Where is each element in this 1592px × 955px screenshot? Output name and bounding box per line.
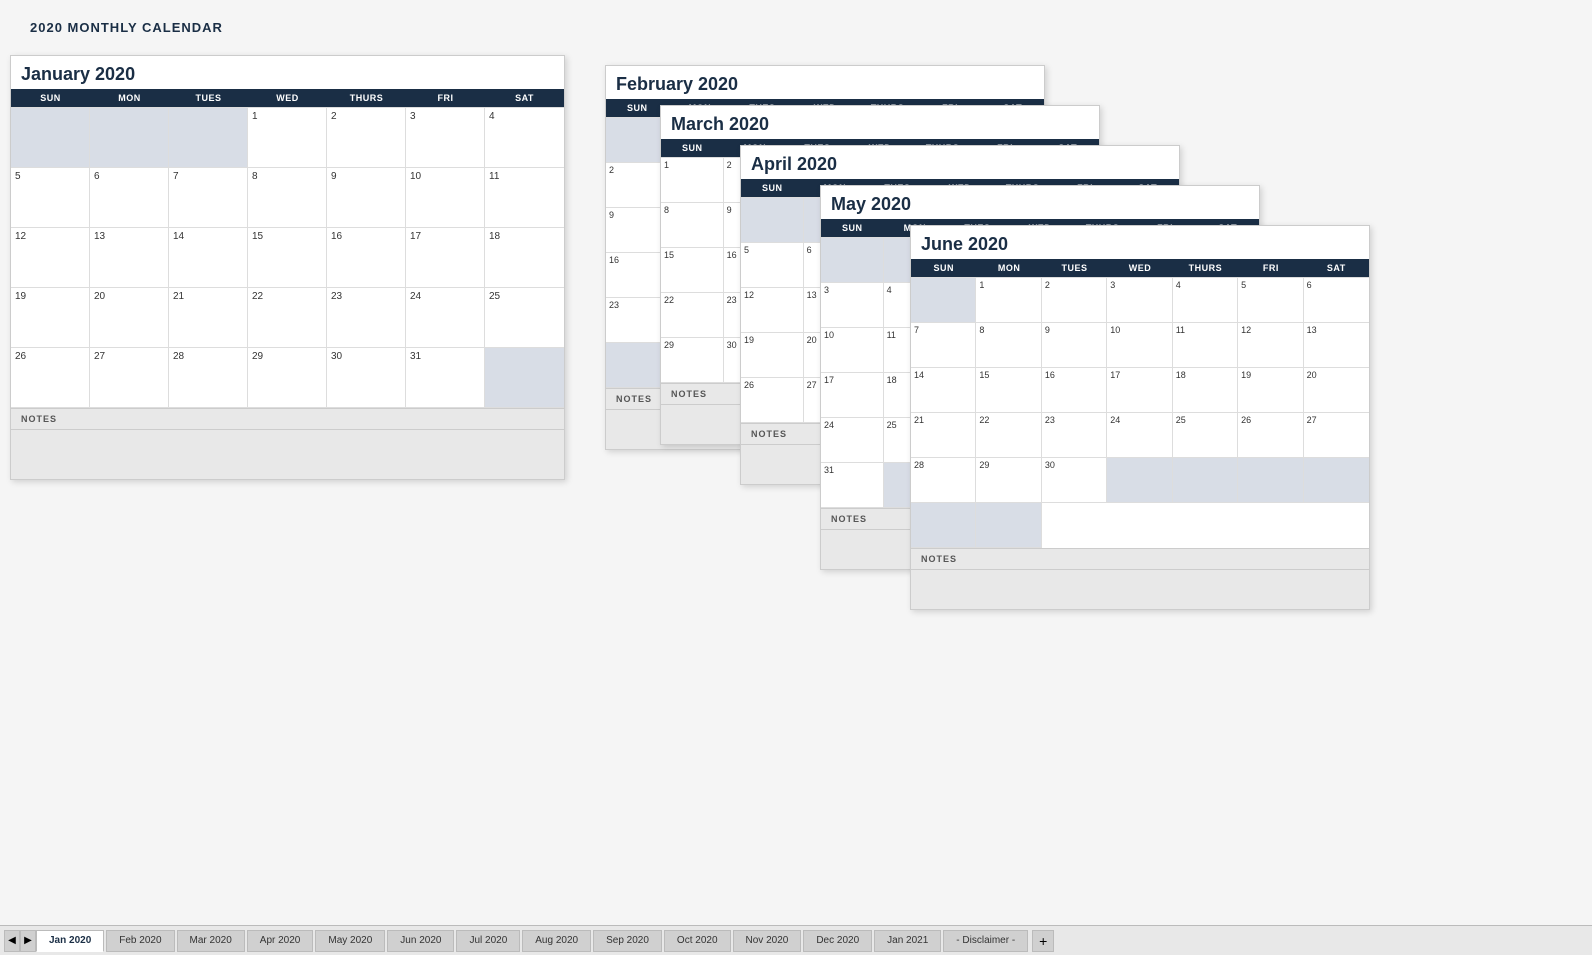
jan-d-empty2: [90, 108, 169, 168]
jan-hdr-wed: WED: [248, 89, 327, 107]
jan-d4: 4: [485, 108, 564, 168]
june-title: June 2020: [911, 226, 1369, 259]
tab-nav-right[interactable]: ▶: [20, 930, 36, 952]
tab-nov-2020[interactable]: Nov 2020: [733, 930, 802, 952]
tab-jul-2020[interactable]: Jul 2020: [456, 930, 520, 952]
february-title: February 2020: [606, 66, 1044, 99]
jan-d26: 26: [11, 348, 90, 408]
jan-d1: 1: [248, 108, 327, 168]
jan-d16: 16: [327, 228, 406, 288]
jan-d-empty1: [11, 108, 90, 168]
calendar-june: June 2020 SUN MON TUES WED THURS FRI SAT…: [910, 225, 1370, 610]
april-title: April 2020: [741, 146, 1179, 179]
may-title: May 2020: [821, 186, 1259, 219]
tab-bar: ◀ ▶ Jan 2020 Feb 2020 Mar 2020 Apr 2020 …: [0, 925, 1592, 955]
jan-d21: 21: [169, 288, 248, 348]
march-title: March 2020: [661, 106, 1099, 139]
jan-d-empty3: [169, 108, 248, 168]
jan-d17: 17: [406, 228, 485, 288]
jan-d2: 2: [327, 108, 406, 168]
tab-jan-2021[interactable]: Jan 2021: [874, 930, 941, 952]
page-title: 2020 MONTHLY CALENDAR: [30, 20, 1562, 35]
jan-hdr-tue: TUES: [169, 89, 248, 107]
app-container: 2020 MONTHLY CALENDAR January 2020 SUN M…: [0, 0, 1592, 955]
jan-d10: 10: [406, 168, 485, 228]
jan-d8: 8: [248, 168, 327, 228]
jan-d24: 24: [406, 288, 485, 348]
jan-d15: 15: [248, 228, 327, 288]
jan-d3: 3: [406, 108, 485, 168]
january-grid: 1 2 3 4 5 6 7 8 9 10 11 12 13 14 15 16 1…: [11, 107, 564, 408]
jan-d12: 12: [11, 228, 90, 288]
tab-may-2020[interactable]: May 2020: [315, 930, 385, 952]
jan-d28: 28: [169, 348, 248, 408]
january-header: SUN MON TUES WED THURS FRI SAT: [11, 89, 564, 107]
jan-hdr-sat: SAT: [485, 89, 564, 107]
jan-d29: 29: [248, 348, 327, 408]
jan-d7: 7: [169, 168, 248, 228]
january-notes: NOTES: [11, 408, 564, 429]
jan-d9: 9: [327, 168, 406, 228]
tab-add-button[interactable]: +: [1032, 930, 1054, 952]
jan-d14: 14: [169, 228, 248, 288]
january-title: January 2020: [11, 56, 564, 89]
june-notes-area: [911, 569, 1369, 609]
tab-oct-2020[interactable]: Oct 2020: [664, 930, 731, 952]
jan-hdr-thu: THURS: [327, 89, 406, 107]
jan-d23: 23: [327, 288, 406, 348]
jan-d5: 5: [11, 168, 90, 228]
january-notes-area: [11, 429, 564, 479]
jan-d20: 20: [90, 288, 169, 348]
tab-mar-2020[interactable]: Mar 2020: [177, 930, 245, 952]
tab-apr-2020[interactable]: Apr 2020: [247, 930, 314, 952]
tab-disclaimer[interactable]: - Disclaimer -: [943, 930, 1028, 952]
jan-d6: 6: [90, 168, 169, 228]
tab-aug-2020[interactable]: Aug 2020: [522, 930, 591, 952]
main-content: 2020 MONTHLY CALENDAR January 2020 SUN M…: [0, 0, 1592, 925]
jan-d31: 31: [406, 348, 485, 408]
jan-hdr-mon: MON: [90, 89, 169, 107]
tab-dec-2020[interactable]: Dec 2020: [803, 930, 872, 952]
jan-d30: 30: [327, 348, 406, 408]
jan-hdr-sun: SUN: [11, 89, 90, 107]
jan-d22: 22: [248, 288, 327, 348]
june-grid: 1 2 3 4 5 6 7 8 9 10 11 12 13 14 15 16 1…: [911, 277, 1369, 548]
tab-jun-2020[interactable]: Jun 2020: [387, 930, 454, 952]
june-notes: NOTES: [911, 548, 1369, 569]
jan-d27: 27: [90, 348, 169, 408]
june-header: SUN MON TUES WED THURS FRI SAT: [911, 259, 1369, 277]
jan-d19: 19: [11, 288, 90, 348]
jan-hdr-fri: FRI: [406, 89, 485, 107]
tab-sep-2020[interactable]: Sep 2020: [593, 930, 662, 952]
jan-d13: 13: [90, 228, 169, 288]
jan-d25: 25: [485, 288, 564, 348]
tab-jan-2020[interactable]: Jan 2020: [36, 930, 104, 952]
jan-d-end: [485, 348, 564, 408]
calendar-january: January 2020 SUN MON TUES WED THURS FRI …: [10, 55, 565, 480]
jan-d18: 18: [485, 228, 564, 288]
tab-nav-left[interactable]: ◀: [4, 930, 20, 952]
jan-d11: 11: [485, 168, 564, 228]
tab-feb-2020[interactable]: Feb 2020: [106, 930, 174, 952]
